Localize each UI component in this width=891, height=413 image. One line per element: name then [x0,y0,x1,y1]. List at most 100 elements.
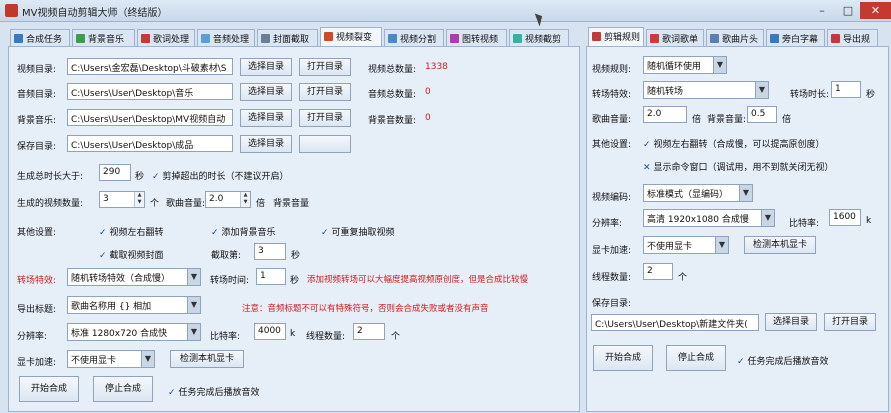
check-icon: ✓ [99,251,107,261]
right-threads-input[interactable]: 2 [643,263,673,280]
bitrate-input[interactable]: 4000 [254,323,286,340]
audio-dir-open-button[interactable]: 打开目录 [299,83,351,101]
chevron-down-icon[interactable]: ▼ [761,210,774,226]
flip-checkbox[interactable]: ✓ 视频左右翻转 [99,225,164,238]
check-icon: ✓ [643,140,651,150]
min-duration-input[interactable]: 290 [99,164,131,181]
right-play-sound-checkbox[interactable]: ✓ 任务完成后播放音效 [737,354,829,367]
bgm-dir-input[interactable]: C:\Users\User\Desktop\MV视频自动 [67,109,233,126]
cover-frame-input[interactable]: 3 [254,243,286,260]
check-icon: ✓ [152,172,160,182]
other-settings-label: 其他设置: [17,228,57,238]
export-title-select[interactable]: 歌曲名称用 {} 相加 ▼ [67,296,201,314]
right-resolution-label: 分辨率: [592,219,623,229]
video-dir-open-button[interactable]: 打开目录 [299,58,351,76]
right-other-label: 其他设置: [592,140,632,150]
cover-checkbox[interactable]: ✓ 截取视频封面 [99,248,164,261]
chevron-down-icon[interactable]: ▼ [187,269,200,285]
transition-note: 添加视频转场可以大幅度提高视频原创度，但是合成比较慢 [307,275,529,285]
left-tab-icon [324,32,333,41]
left-tab-4[interactable]: 封面截取 [257,29,318,46]
left-tab-5[interactable]: 视频裂变 [320,27,382,47]
bgm-dir-select-button[interactable]: 选择目录 [240,109,292,127]
resolution-select[interactable]: 标准 1280x720 合成快 ▼ [67,323,201,341]
threads-input[interactable]: 2 [353,323,385,340]
left-tab-3[interactable]: 音频处理 [197,29,255,46]
cover-frame-unit: 秒 [291,251,301,261]
right-tab-label: 剪辑规则 [604,33,641,43]
video-dir-input[interactable]: C:\Users\金宏磊\Desktop\斗破素材\S [67,58,233,75]
save-dir-blank-button[interactable] [299,135,351,153]
bgm-dir-open-button[interactable]: 打开目录 [299,109,351,127]
right-transition-time-input[interactable]: 1 [831,81,861,98]
right-save-open-button[interactable]: 打开目录 [824,313,876,331]
transition-time-input[interactable]: 1 [256,268,286,285]
chevron-down-icon[interactable]: ▼ [715,237,728,253]
left-tab-7[interactable]: 图转视频 [446,29,507,46]
encode-select[interactable]: 标准模式（显编码） ▼ [643,184,753,202]
maximize-button[interactable]: □ [835,2,861,19]
right-save-select-button[interactable]: 选择目录 [765,313,817,331]
chevron-down-icon[interactable]: ▼ [713,57,726,73]
right-gpu-select[interactable]: 不使用显卡 ▼ [643,236,729,254]
spinner-arrows-icon[interactable]: ▲ ▼ [134,192,144,207]
right-stop-button[interactable]: 停止合成 [666,345,726,371]
right-song-volume-unit: 倍 [692,115,702,125]
right-song-volume-input[interactable]: 2.0 [643,106,687,123]
play-sound-checkbox[interactable]: ✓ 任务完成后播放音效 [168,385,260,398]
minimize-button[interactable]: – [809,2,835,19]
audio-dir-input[interactable]: C:\Users\User\Desktop\音乐 [67,83,233,100]
left-tab-label: 视频分割 [400,35,437,45]
right-tab-0[interactable]: 剪辑规则 [588,27,644,47]
chevron-down-icon[interactable]: ▼ [187,297,200,313]
right-resolution-select-value: 高清 1920x1080 合成慢 [647,215,749,225]
save-dir-input[interactable]: C:\Users\User\Desktop\成品 [67,135,233,152]
left-tab-icon [141,34,150,43]
right-tab-2[interactable]: 歌曲片头 [706,29,764,46]
left-tab-2[interactable]: 歌词处理 [137,29,195,46]
left-tab-1[interactable]: 背景音乐 [72,29,135,46]
left-tab-0[interactable]: 合成任务 [10,29,70,46]
stop-button[interactable]: 停止合成 [93,376,153,402]
right-tab-1[interactable]: 歌词歌单 [646,29,704,46]
trim-excess-checkbox[interactable]: ✓ 剪掉超出的时长（不建议开启） [152,169,289,182]
chevron-down-icon[interactable]: ▼ [141,351,154,367]
right-start-button[interactable]: 开始合成 [593,345,653,371]
console-checkbox[interactable]: ✕ 显示命令窗口（调试用，用不到就关闭无视） [643,160,834,173]
check-icon: ✓ [737,357,745,367]
right-bitrate-input[interactable]: 1600 [829,209,861,226]
right-bgm-volume-input[interactable]: 0.5 [747,106,777,123]
right-tab-3[interactable]: 旁白字幕 [766,29,825,46]
detect-gpu-button[interactable]: 检测本机显卡 [170,350,244,368]
left-tab-label: 合成任务 [26,35,63,45]
right-detect-gpu-button[interactable]: 检测本机显卡 [744,236,816,254]
right-gpu-label: 显卡加速: [592,246,632,256]
audio-dir-select-button[interactable]: 选择目录 [240,83,292,101]
chevron-down-icon[interactable]: ▼ [187,324,200,340]
right-flip-checkbox[interactable]: ✓ 视频左右翻转（合成慢，可以提高原创度） [643,137,825,150]
chevron-down-icon[interactable]: ▼ [755,82,768,98]
left-tab-8[interactable]: 视频截剪 [509,29,569,46]
transition-select[interactable]: 随机转场特效（合成慢） ▼ [67,268,201,286]
video-count-input[interactable]: 3 ▲ ▼ [99,191,145,208]
chevron-down-icon[interactable]: ▼ [739,185,752,201]
right-resolution-select[interactable]: 高清 1920x1080 合成慢 ▼ [643,209,775,227]
left-tab-label: 视频截剪 [525,35,562,45]
repeat-label: 可重复抽取视频 [331,228,395,238]
start-button[interactable]: 开始合成 [19,376,79,402]
save-dir-select-button[interactable]: 选择目录 [240,135,292,153]
video-dir-select-button[interactable]: 选择目录 [240,58,292,76]
right-tab-4[interactable]: 导出规 [827,29,878,46]
close-button[interactable]: ✕ [860,2,891,19]
right-save-input[interactable]: C:\Users\User\Desktop\新建文件夹( [591,314,759,331]
rule-select[interactable]: 随机循环使用 ▼ [643,56,727,74]
check-icon: ✓ [168,388,176,398]
add-bgm-checkbox[interactable]: ✓ 添加背景音乐 [211,225,276,238]
right-transition-select[interactable]: 随机转场 ▼ [643,81,769,99]
song-volume-input[interactable]: 2.0 ▲ ▼ [205,191,251,208]
gpu-select[interactable]: 不使用显卡 ▼ [67,350,155,368]
spinner-arrows-icon[interactable]: ▲ ▼ [240,192,250,207]
left-tab-6[interactable]: 视频分割 [384,29,444,46]
repeat-checkbox[interactable]: ✓ 可重复抽取视频 [321,225,395,238]
left-tab-icon [388,34,397,43]
